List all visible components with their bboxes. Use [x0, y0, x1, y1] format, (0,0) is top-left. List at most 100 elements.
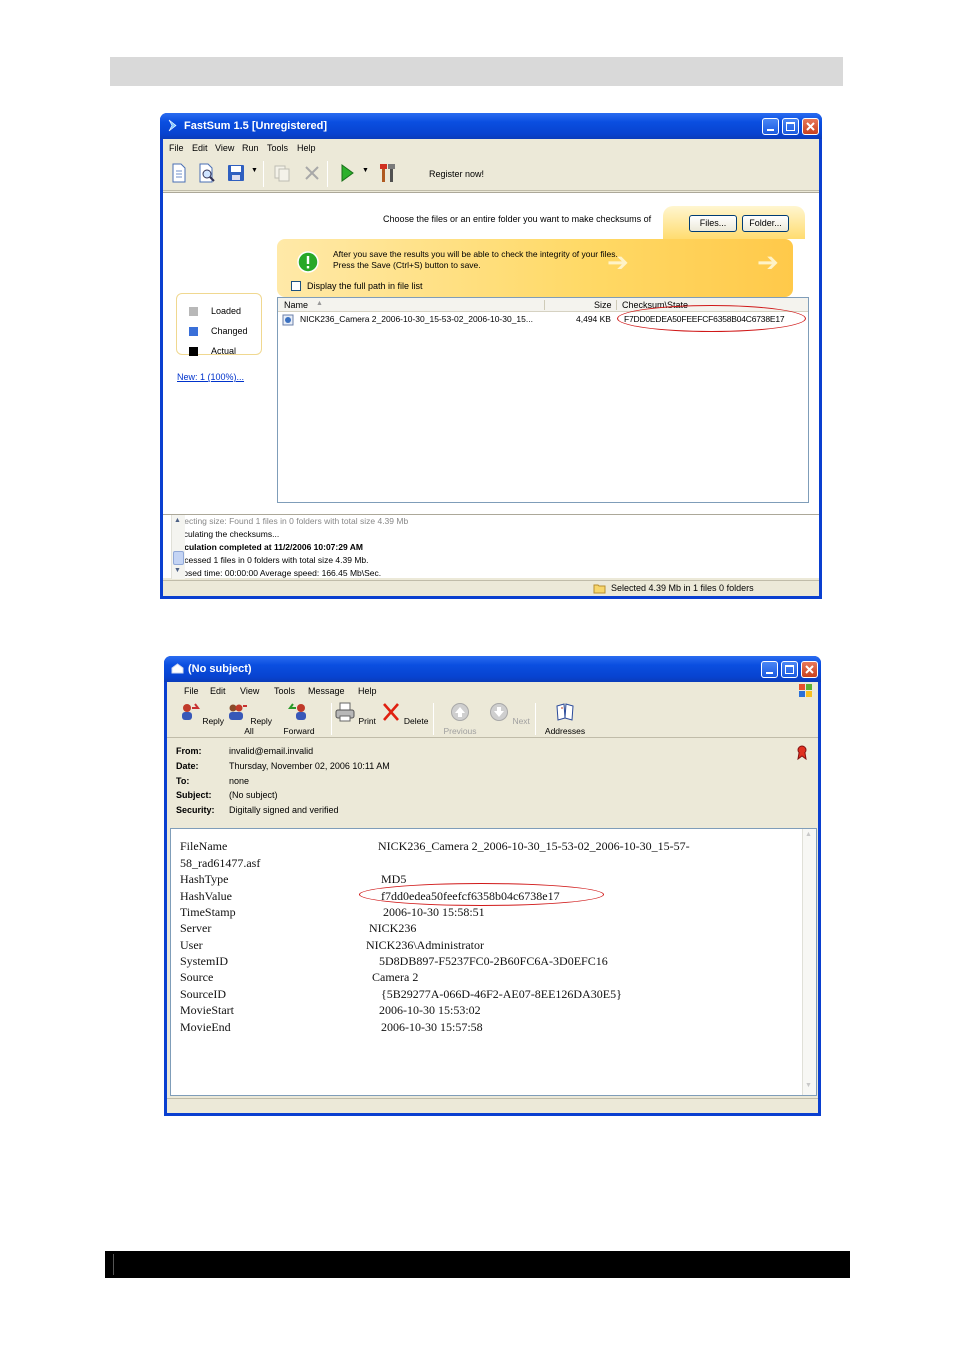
reply-icon — [181, 703, 200, 720]
files-button[interactable]: Files... — [689, 215, 737, 232]
column-divider — [544, 300, 545, 310]
file-name: NICK236_Camera 2_2006-10-30_15-53-02_200… — [300, 314, 533, 324]
run-dropdown-icon[interactable]: ▼ — [362, 167, 369, 174]
reply-all-icon — [228, 704, 247, 720]
page-footer-band — [105, 1251, 850, 1278]
print-icon — [335, 702, 355, 722]
minimize-icon — [766, 672, 773, 674]
menu-view[interactable]: View — [240, 686, 259, 696]
log-scrollbar[interactable]: ▲ ▼ — [171, 515, 185, 579]
reply-label: Reply — [202, 716, 225, 726]
toolbar-separator — [327, 161, 328, 187]
folder-button[interactable]: Folder... — [742, 215, 789, 232]
addresses-button[interactable]: Addresses — [540, 702, 590, 736]
print-button[interactable]: Print — [330, 702, 380, 726]
toolbar-separator — [535, 703, 536, 735]
menu-view[interactable]: View — [215, 143, 234, 153]
email-titlebar[interactable]: (No subject) — [164, 656, 821, 682]
register-now-link[interactable]: Register now! — [429, 169, 484, 179]
tip-line-1: After you save the results you will be a… — [333, 249, 618, 259]
save-dropdown-icon[interactable]: ▼ — [251, 167, 258, 174]
message-icon — [171, 663, 184, 674]
header-key: Subject: — [176, 790, 212, 800]
menu-edit[interactable]: Edit — [210, 686, 226, 696]
field-key: Source — [180, 970, 214, 984]
forward-button[interactable]: Forward — [274, 702, 324, 736]
legend-label: Changed — [211, 326, 248, 336]
toolbar-separator — [433, 703, 434, 735]
header-key: Date: — [176, 761, 199, 771]
tools-icon[interactable] — [378, 162, 398, 184]
legend-panel: Loaded Changed Actual — [176, 293, 262, 356]
header-value: Digitally signed and verified — [229, 805, 339, 815]
fullpath-checkbox[interactable] — [291, 281, 301, 291]
field-value: 58_rad61477.asf — [180, 856, 261, 870]
new-document-icon[interactable] — [170, 163, 188, 183]
fastsum-main-area: Loaded Changed Actual New: 1 (100%)... C… — [163, 192, 819, 514]
delete-disabled-icon — [305, 166, 319, 180]
info-icon — [297, 251, 319, 273]
open-search-icon[interactable] — [197, 163, 217, 183]
log-line: Calculation completed at 11/2/2006 10:07… — [171, 542, 363, 552]
maximize-icon — [786, 122, 795, 131]
annotation-ellipse — [359, 883, 604, 906]
legend-swatch-actual — [189, 347, 198, 356]
window-title: FastSum 1.5 [Unregistered] — [184, 120, 328, 132]
print-label: Print — [358, 716, 376, 726]
menu-file[interactable]: File — [184, 686, 199, 696]
fastsum-toolbar: ▼ ▼ Register now! — [163, 157, 819, 191]
column-size[interactable]: Size — [594, 300, 612, 310]
run-icon[interactable] — [339, 163, 355, 183]
menu-file[interactable]: File — [169, 143, 184, 153]
menu-tools[interactable]: Tools — [274, 686, 295, 696]
tip-line-2: Press the Save (Ctrl+S) button to save. — [333, 260, 481, 270]
minimize-button[interactable] — [762, 118, 779, 135]
field-key: MovieStart — [180, 1003, 234, 1017]
field-value: Camera 2 — [372, 970, 419, 984]
email-status-bar — [167, 1098, 818, 1113]
close-button[interactable] — [801, 661, 818, 678]
new-files-link[interactable]: New: 1 (100%)... — [177, 372, 244, 382]
maximize-button[interactable] — [782, 118, 799, 135]
scroll-down-icon[interactable]: ▼ — [805, 1081, 812, 1089]
arrow-decoration-icon: ➔ — [757, 247, 779, 277]
maximize-button[interactable] — [781, 661, 798, 678]
annotation-ellipse — [617, 305, 806, 332]
column-divider — [616, 300, 617, 310]
menu-help[interactable]: Help — [297, 143, 316, 153]
digital-signature-icon[interactable] — [796, 745, 808, 760]
menu-run[interactable]: Run — [242, 143, 259, 153]
fullpath-checkbox-label: Display the full path in file list — [307, 281, 423, 291]
header-value: (No subject) — [229, 790, 278, 800]
menu-tools[interactable]: Tools — [267, 143, 288, 153]
reply-all-button[interactable]: Reply All — [224, 702, 274, 736]
scroll-down-icon[interactable]: ▼ — [174, 567, 181, 574]
field-value: NICK236\Administrator — [366, 938, 484, 952]
minimize-button[interactable] — [761, 661, 778, 678]
field-key: SourceID — [180, 987, 226, 1001]
menu-message[interactable]: Message — [308, 686, 345, 696]
scroll-thumb[interactable] — [173, 551, 184, 565]
scroll-up-icon[interactable]: ▲ — [174, 517, 181, 524]
reply-button[interactable]: Reply — [176, 702, 226, 726]
save-icon[interactable] — [226, 163, 246, 183]
field-value: 2006-10-30 15:53:02 — [379, 1003, 481, 1017]
field-key: FileName — [180, 839, 228, 853]
message-scrollbar[interactable]: ▲ ▼ — [802, 829, 816, 1095]
menu-edit[interactable]: Edit — [192, 143, 208, 153]
log-panel: Detecting size: Found 1 files in 0 folde… — [163, 514, 819, 579]
next-button[interactable]: Next — [484, 702, 534, 726]
previous-button[interactable]: Previous — [435, 702, 485, 736]
column-name[interactable]: Name — [284, 300, 308, 310]
field-value: NICK236 — [369, 921, 417, 935]
message-header-panel: From: invalid@email.invalid Date: Thursd… — [167, 739, 818, 827]
scroll-up-icon[interactable]: ▲ — [805, 830, 812, 838]
fastsum-titlebar[interactable]: FastSum 1.5 [Unregistered] — [160, 113, 822, 139]
header-value: none — [229, 776, 250, 786]
close-button[interactable] — [802, 118, 819, 135]
menu-help[interactable]: Help — [358, 686, 377, 696]
close-icon — [806, 122, 815, 131]
fastsum-app-icon — [168, 119, 177, 132]
delete-button[interactable]: Delete — [379, 702, 429, 726]
header-key: Security: — [176, 805, 215, 815]
